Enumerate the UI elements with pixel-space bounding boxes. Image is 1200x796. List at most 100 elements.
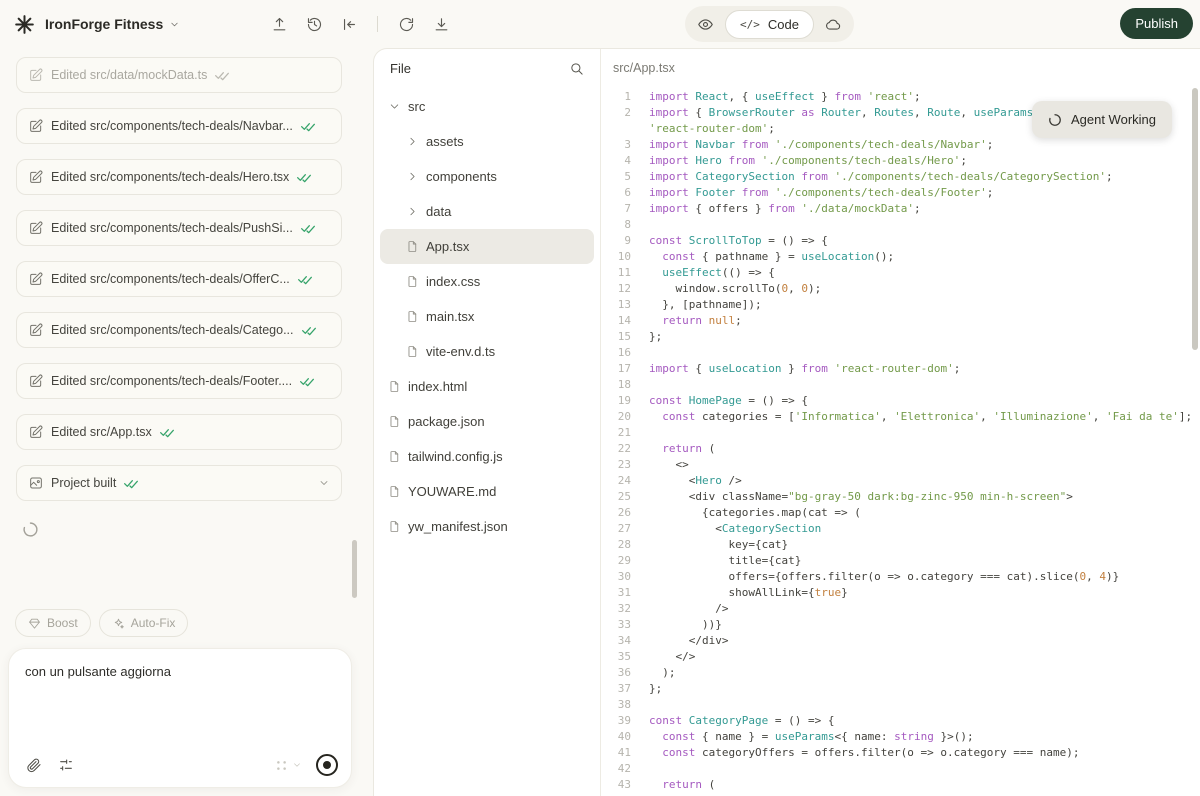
task-card[interactable]: Edited src/components/tech-deals/OfferC.… <box>16 261 342 297</box>
tree-file-index.html[interactable]: index.html <box>380 369 594 404</box>
chevron-down-icon <box>388 100 401 113</box>
attach-button[interactable] <box>26 757 42 773</box>
editor-header: src/App.tsx <box>601 49 1200 87</box>
tree-file-main.tsx[interactable]: main.tsx <box>380 299 594 334</box>
code-line: 42 <box>601 761 1200 777</box>
code-line: 40 const { name } = useParams<{ name: st… <box>601 729 1200 745</box>
project-switcher[interactable]: IronForge Fitness <box>45 16 180 32</box>
chevron-down-icon[interactable] <box>318 477 330 489</box>
code-area[interactable]: 1import React, { useEffect } from 'react… <box>601 87 1200 796</box>
double-check-icon <box>159 424 175 440</box>
tree-label: YOUWARE.md <box>408 484 496 499</box>
file-icon <box>406 345 419 358</box>
code-line: 39const CategoryPage = () => { <box>601 713 1200 729</box>
file-tree: src assets components data App.tsxindex.cssm… <box>374 87 600 546</box>
code-line: 36 ); <box>601 665 1200 681</box>
tree-folder-data[interactable]: data <box>380 194 594 229</box>
task-label: Project built <box>51 476 116 490</box>
code-line: 24 <Hero /> <box>601 473 1200 489</box>
tree-folder-components[interactable]: components <box>380 159 594 194</box>
assist-buttons: Boost Auto-Fix <box>15 609 352 637</box>
record-dot-icon <box>323 761 331 769</box>
tree-file-index.css[interactable]: index.css <box>380 264 594 299</box>
tree-file-vite-env.d.ts[interactable]: vite-env.d.ts <box>380 334 594 369</box>
tree-file-YOUWARE.md[interactable]: YOUWARE.md <box>380 474 594 509</box>
chevron-right-icon <box>406 205 419 218</box>
file-panel: File srcassetscomponentsdataApp.tsxindex… <box>374 49 601 796</box>
skip-back-button[interactable] <box>334 9 364 39</box>
task-card[interactable]: Project built <box>16 465 342 501</box>
topbar: IronForge Fitness </> Code Pu <box>0 0 1200 48</box>
task-card[interactable]: Edited src/components/tech-deals/Hero.ts… <box>16 159 342 195</box>
code-line: 18 <box>601 377 1200 393</box>
chevron-right-icon <box>406 135 419 148</box>
tree-file-tailwind.config.js[interactable]: tailwind.config.js <box>380 439 594 474</box>
preview-eye-button[interactable] <box>690 9 720 39</box>
code-line: 43 return ( <box>601 777 1200 793</box>
cloud-button[interactable] <box>819 9 849 39</box>
sidebar-scrollbar[interactable] <box>352 540 357 598</box>
code-line: 10 const { pathname } = useLocation(); <box>601 249 1200 265</box>
code-line: 7import { offers } from './data/mockData… <box>601 201 1200 217</box>
task-card[interactable]: Edited src/components/tech-deals/Footer.… <box>16 363 342 399</box>
task-label: Edited src/components/tech-deals/OfferC.… <box>51 272 290 286</box>
history-button[interactable] <box>299 9 329 39</box>
code-toggle-button[interactable]: </> Code <box>725 10 814 39</box>
refresh-button[interactable] <box>391 9 421 39</box>
media-select-button[interactable] <box>274 758 302 773</box>
code-line: 37}; <box>601 681 1200 697</box>
editor-scrollbar[interactable] <box>1192 88 1198 350</box>
settings-sliders-button[interactable] <box>58 757 74 773</box>
chat-input[interactable]: con un pulsante aggiorna <box>25 664 335 679</box>
skip-back-icon <box>341 16 358 33</box>
file-search-button[interactable] <box>569 61 584 76</box>
upload-button[interactable] <box>264 9 294 39</box>
file-icon <box>406 240 419 253</box>
editor-file-path: src/App.tsx <box>613 61 675 75</box>
tree-label: components <box>426 169 497 184</box>
code-line: 13 }, [pathname]); <box>601 297 1200 313</box>
sliders-icon <box>58 757 74 773</box>
spinner-icon <box>1048 113 1062 127</box>
tree-label: data <box>426 204 451 219</box>
tree-folder-src[interactable]: src <box>380 89 594 124</box>
file-icon <box>406 275 419 288</box>
publish-button[interactable]: Publish <box>1120 8 1193 39</box>
code-line: 26 {categories.map(cat => ( <box>601 505 1200 521</box>
tree-folder-assets[interactable]: assets <box>380 124 594 159</box>
code-line: 33 ))} <box>601 617 1200 633</box>
tree-file-App.tsx[interactable]: App.tsx <box>380 229 594 264</box>
chat-actions-right <box>274 754 338 776</box>
boost-button[interactable]: Boost <box>15 609 91 637</box>
view-toggle: </> Code <box>685 6 854 42</box>
tree-file-yw_manifest.json[interactable]: yw_manifest.json <box>380 509 594 544</box>
search-icon <box>569 61 584 76</box>
send-button[interactable] <box>316 754 338 776</box>
task-card[interactable]: Edited src/components/tech-deals/PushSi.… <box>16 210 342 246</box>
history-icon <box>306 16 323 33</box>
task-list: Edited src/data/mockData.ts Edited src/co… <box>0 48 360 538</box>
agent-working-badge: Agent Working <box>1032 101 1172 138</box>
project-name: IronForge Fitness <box>45 16 163 32</box>
refresh-icon <box>398 16 415 33</box>
cloud-icon <box>825 16 842 33</box>
code-line: 5import CategorySection from './componen… <box>601 169 1200 185</box>
edit-file-icon <box>28 118 44 134</box>
code-line: 25 <div className="bg-gray-50 dark:bg-zi… <box>601 489 1200 505</box>
edit-file-icon <box>28 67 44 83</box>
autofix-button[interactable]: Auto-Fix <box>99 609 189 637</box>
task-label: Edited src/components/tech-deals/Navbar.… <box>51 119 293 133</box>
chat-actions <box>26 754 338 776</box>
divider <box>377 16 378 32</box>
tree-file-package.json[interactable]: package.json <box>380 404 594 439</box>
code-line: 4import Hero from './components/tech-dea… <box>601 153 1200 169</box>
task-card[interactable]: Edited src/data/mockData.ts <box>16 57 342 93</box>
download-button[interactable] <box>426 9 456 39</box>
code-line: 23 <> <box>601 457 1200 473</box>
tree-label: assets <box>426 134 464 149</box>
task-card[interactable]: Edited src/components/tech-deals/Catego.… <box>16 312 342 348</box>
task-card[interactable]: Edited src/App.tsx <box>16 414 342 450</box>
code-line: 41 const categoryOffers = offers.filter(… <box>601 745 1200 761</box>
task-card[interactable]: Edited src/components/tech-deals/Navbar.… <box>16 108 342 144</box>
sidebar: Edited src/data/mockData.ts Edited src/co… <box>0 48 360 796</box>
